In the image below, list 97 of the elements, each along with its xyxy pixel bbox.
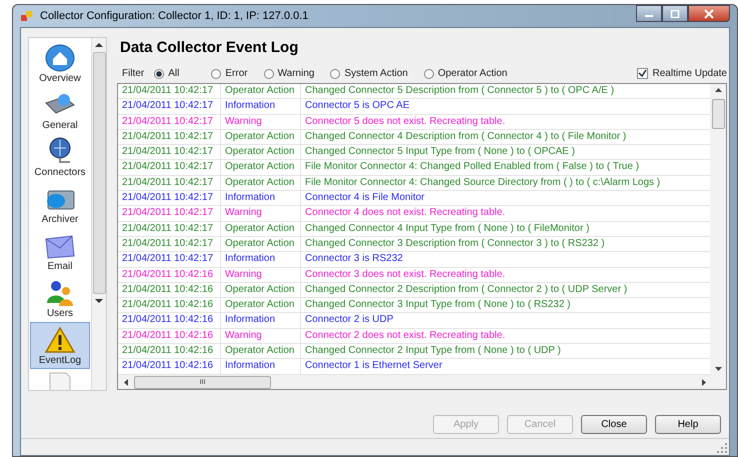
table-cell: 21/04/2011 10:42:17 [118,99,221,114]
table-cell-text: Changed Connector 4 Input Type from ( None ) to ( FileMonitor ) [304,222,590,236]
table-cell: Warning [221,268,301,282]
resize-grip-icon[interactable] [717,443,727,453]
table-cell: Warning [221,328,301,344]
table-cell: 21/04/2011 10:42:16 [118,328,221,344]
sidebar-item[interactable]: EventLog [30,322,90,369]
table-cell-text: Changed Connector 3 Input Type from ( None ) to ( RS232 ) [304,298,572,312]
minimize-button[interactable] [636,5,662,22]
table-cell: Operator Action [221,344,301,358]
table-cell-text: Changed Connector 5 Input Type from ( None ) to ( OPCAE ) [304,145,576,160]
scroll-thumb[interactable] [712,99,724,129]
page-heading: Data Collector Event Log [120,39,300,58]
dialog-button[interactable]: Help [655,415,721,434]
checkmark-icon [638,69,647,78]
scroll-down-icon[interactable] [714,367,722,371]
table-cell: 21/04/2011 10:42:17 [118,222,221,236]
table-cell-text: File Monitor Connector 4: Changed Polled Enabled from ( False ) to ( True ) [304,160,640,174]
scroll-left-icon[interactable] [124,378,128,386]
table-cell: 21/04/2011 10:42:17 [118,206,221,221]
table-scrollbar[interactable] [710,84,726,375]
table-cell: 21/04/2011 10:42:17 [118,114,221,129]
sidebar-item[interactable]: General [30,87,90,134]
table-cell: Operator Action [221,298,301,312]
table-cell-text: Connector 5 does not exist. Recreating table. [304,114,506,129]
table-cell: Information [221,252,301,267]
table-cell-text: Changed Connector 3 Description from ( Connector 3 ) to ( RS232 ) [304,236,606,251]
app-icon [20,9,34,23]
table-cell-text: File Monitor Connector 4: Changed Source Directory from ( ) to ( c:\Alarm Logs ) [304,176,662,190]
table-cell-text: Connector 5 is OPC AE [304,99,410,114]
table-cell-text: Connector 4 is File Monitor [304,191,426,206]
filter-radio[interactable]: Warning [264,68,314,79]
table-cell-text: Changed Connector 5 Description from ( Connector 5 ) to ( OPC A/E ) [304,84,616,98]
table-cell: 21/04/2011 10:42:17 [118,84,221,98]
table-cell: Operator Action [221,130,301,144]
sidebar-item[interactable]: Overview [30,40,90,87]
table-cell: 21/04/2011 10:42:16 [118,359,221,374]
table-cell: Operator Action [221,84,301,98]
envelope-icon [44,234,76,260]
table-cell-text: Connector 1 is Ethernet Server [304,359,444,374]
filter-radio[interactable]: All [154,68,180,79]
table-cell: Information [221,99,301,114]
filter-radio[interactable]: Operator Action [424,68,508,79]
window-title: Collector Configuration: Collector 1, ID: 1, IP: 127.0.0.1 [40,10,308,22]
sidebar-item[interactable]: Archiver [30,181,90,228]
table-cell: Operator Action [221,176,301,190]
table-cell: Warning [221,114,301,129]
table-cell: 21/04/2011 10:42:16 [118,268,221,282]
table-cell-text: Connector 2 does not exist. Recreating table. [304,328,506,343]
sidebar-item[interactable]: Users [30,275,90,322]
table-cell: Information [221,313,301,328]
table-cell: Operator Action [221,282,301,298]
sidebar-scrollbar[interactable] [91,38,106,390]
table-cell: 21/04/2011 10:42:17 [118,130,221,144]
table-cell: Warning [221,206,301,221]
scroll-up-icon[interactable] [714,88,722,92]
table-cell: Operator Action [221,236,301,252]
table-cell: 21/04/2011 10:42:17 [118,176,221,190]
table-cell: 21/04/2011 10:42:16 [118,282,221,298]
dialog-button[interactable]: Close [581,415,647,434]
table-cell: 21/04/2011 10:42:17 [118,252,221,267]
table-cell: Information [221,359,301,374]
table-cell: Operator Action [221,222,301,236]
realtime-update-checkbox[interactable]: Realtime Update [636,68,727,79]
scroll-down-icon[interactable] [95,299,103,304]
table-cell: 21/04/2011 10:42:17 [118,160,221,175]
table-cell-text: Changed Connector 4 Description from ( Connector 4 ) to ( File Monitor ) [304,130,628,144]
close-button[interactable] [688,5,730,22]
filter-label: Filter [122,68,144,79]
table-cell-text: Connector 3 does not exist. Recreating table. [304,268,506,282]
table-cell: 21/04/2011 10:42:16 [118,313,221,328]
table-cell-text: Connector 2 is UDP [304,313,394,328]
table-cell: Information [221,191,301,206]
users-icon [45,279,75,307]
table-cell: 21/04/2011 10:42:17 [118,236,221,252]
table-cell: 21/04/2011 10:42:17 [118,191,221,206]
table-cell: Operator Action [221,160,301,175]
table-cell: 21/04/2011 10:42:16 [118,344,221,358]
scroll-right-icon[interactable] [702,378,706,386]
warning-icon [44,326,76,354]
sidebar-item[interactable]: Email [30,228,90,275]
table-cell: 21/04/2011 10:42:17 [118,145,221,160]
home-icon [45,44,75,72]
maximize-icon [670,10,680,18]
table-cell-text: Changed Connector 2 Description from ( Connector 2 ) to ( UDP Server ) [304,282,628,297]
table-cell: 21/04/2011 10:42:16 [118,298,221,312]
table-cell-text: Changed Connector 2 Input Type from ( None ) to ( UDP ) [304,344,562,358]
filter-radio[interactable]: Error [211,68,248,79]
close-icon [704,8,714,18]
scroll-thumb[interactable] [92,52,106,294]
filter-radio[interactable]: System Action [330,68,408,79]
sidebar-item[interactable]: Connectors [30,134,90,181]
table-cell-text: Connector 3 is RS232 [304,252,404,266]
table-cell: Operator Action [221,145,301,160]
maximize-button[interactable] [662,5,688,22]
scroll-up-icon[interactable] [95,42,103,47]
table-cell-text: Connector 4 does not exist. Recreating table. [304,206,506,220]
